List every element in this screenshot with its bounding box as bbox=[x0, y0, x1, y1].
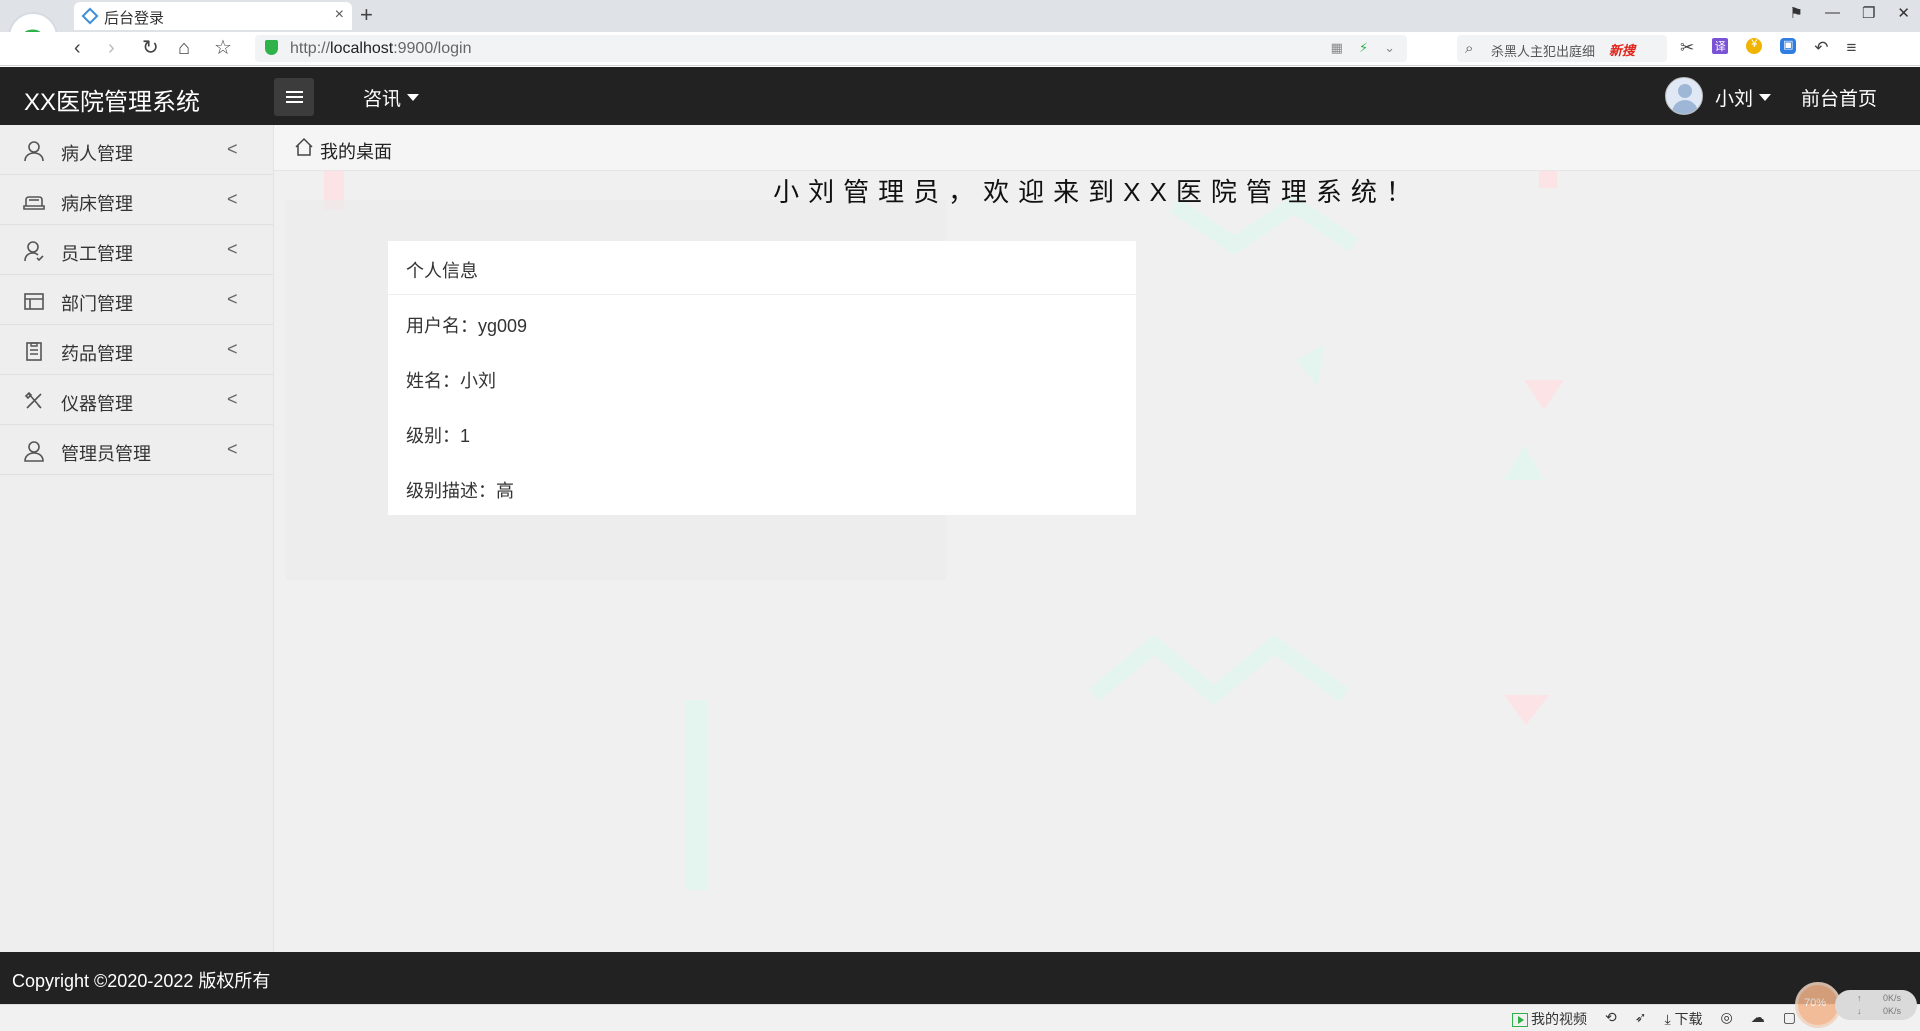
url-text[interactable]: http://localhost:9900/login bbox=[290, 40, 471, 58]
tab-close-icon[interactable]: × bbox=[335, 6, 344, 24]
sidebar-item-label: 病床管理 bbox=[61, 194, 133, 214]
my-video-link[interactable]: 我的视频 bbox=[1512, 1009, 1587, 1029]
app-footer: Copyright ©2020-2022 版权所有 bbox=[0, 952, 1920, 1004]
sidebar-item-label: 仪器管理 bbox=[61, 394, 133, 414]
incognito-icon[interactable]: ◎ bbox=[1721, 1009, 1733, 1029]
profile-card: 个人信息 用户名：yg009 姓名：小刘 级别：1 级别描述：高 bbox=[388, 241, 1136, 515]
profile-username: 用户名：yg009 bbox=[406, 316, 528, 336]
shirt-icon[interactable]: ⚑ bbox=[1790, 4, 1803, 22]
coin-icon[interactable]: ¥ bbox=[1746, 38, 1763, 54]
tools-icon bbox=[24, 391, 42, 409]
video-play-icon bbox=[1512, 1013, 1528, 1028]
chevron-left-icon: < bbox=[227, 139, 238, 159]
browser-navbar: ‹ › ↻ ⌂ ☆ http://localhost:9900/login ▦ … bbox=[0, 32, 1920, 66]
sidebar-item-departments[interactable]: 部门管理 < bbox=[0, 275, 273, 325]
sidebar-item-instruments[interactable]: 仪器管理 < bbox=[0, 375, 273, 425]
chevron-left-icon: < bbox=[227, 389, 238, 409]
sidebar-item-label: 员工管理 bbox=[61, 244, 133, 264]
department-icon bbox=[24, 293, 44, 310]
sidebar: 病人管理 < 病床管理 < 员工管理 < 部门管理 < 药品管理 < 仪器管理 … bbox=[0, 125, 274, 952]
restore-icon[interactable]: ❐ bbox=[1862, 4, 1875, 22]
bed-icon bbox=[23, 196, 45, 210]
chevron-left-icon: < bbox=[227, 439, 238, 459]
caret-down-icon bbox=[1759, 94, 1772, 102]
scissors-icon[interactable]: ✂ bbox=[1680, 38, 1694, 58]
chevron-left-icon: < bbox=[227, 289, 238, 309]
window-controls: ⚑ — ❐ ✕ bbox=[1790, 4, 1910, 22]
staff-icon bbox=[24, 241, 44, 262]
refresh-icon[interactable]: ⟲ bbox=[1605, 1009, 1617, 1029]
lightning-icon[interactable]: ⚡ bbox=[1359, 40, 1368, 56]
menu-toggle-button[interactable] bbox=[274, 78, 314, 116]
secure-shield-icon bbox=[265, 40, 278, 55]
speed-panel: ↑ ↓ 0K/s 0K/s bbox=[1835, 990, 1917, 1020]
tab-favicon-icon bbox=[81, 7, 99, 25]
browser-toolbar: ✂ 译 ¥ ▣ ↶ ≡ bbox=[1680, 38, 1856, 58]
download-link[interactable]: ⤓ 下载 bbox=[1664, 1009, 1702, 1029]
chevron-left-icon: < bbox=[227, 189, 238, 209]
brand-title[interactable]: XX医院管理系统 bbox=[24, 82, 200, 117]
undo-icon[interactable]: ↶ bbox=[1814, 38, 1828, 58]
speed-widget[interactable]: 70% ↑ ↓ 0K/s 0K/s bbox=[1795, 982, 1920, 1031]
user-icon bbox=[24, 141, 44, 162]
tab-title: 后台登录 bbox=[104, 10, 165, 27]
sidebar-item-medicines[interactable]: 药品管理 < bbox=[0, 325, 273, 375]
profile-card-title: 个人信息 bbox=[388, 241, 1136, 295]
breadcrumb: 我的桌面 bbox=[274, 125, 1920, 171]
profile-level-description: 级别描述：高 bbox=[406, 481, 514, 501]
home-icon[interactable]: ⌂ bbox=[178, 38, 190, 58]
breadcrumb-current[interactable]: 我的桌面 bbox=[320, 138, 392, 164]
browser-statusbar: 我的视频 ⟲ ➶ ⤓ 下载 ◎ ☁ ▢ bbox=[0, 1004, 1920, 1031]
hot-badge: 新搜 bbox=[1609, 43, 1636, 58]
sidebar-item-staff[interactable]: 员工管理 < bbox=[0, 225, 273, 275]
new-tab-icon[interactable]: + bbox=[360, 2, 373, 28]
reload-icon[interactable]: ↻ bbox=[142, 38, 159, 58]
sidebar-item-patients[interactable]: 病人管理 < bbox=[0, 125, 273, 175]
user-dropdown[interactable]: 小刘 bbox=[1715, 84, 1772, 111]
translate-icon[interactable]: 译 bbox=[1712, 38, 1729, 54]
window-icon[interactable]: ▢ bbox=[1783, 1009, 1796, 1029]
sidebar-item-label: 部门管理 bbox=[61, 294, 133, 314]
apps-icon[interactable]: ▣ bbox=[1780, 38, 1797, 54]
chevron-left-icon: < bbox=[227, 339, 238, 359]
menu-icon[interactable]: ≡ bbox=[1847, 38, 1857, 58]
address-bar[interactable]: http://localhost:9900/login ▦ ⚡ ⌄ bbox=[255, 35, 1407, 62]
bookmark-star-icon[interactable]: ☆ bbox=[214, 38, 232, 58]
front-home-link[interactable]: 前台首页 bbox=[1801, 84, 1877, 111]
profile-level: 级别：1 bbox=[406, 426, 471, 446]
dropdown-icon[interactable]: ⌄ bbox=[1384, 40, 1395, 56]
news-dropdown[interactable]: 咨讯 bbox=[363, 84, 420, 111]
chevron-left-icon: < bbox=[227, 239, 238, 259]
browser-tab[interactable]: 后台登录 × bbox=[74, 2, 352, 30]
admin-icon bbox=[24, 441, 44, 462]
welcome-message: 小刘管理员，欢迎来到XX医院管理系统！ bbox=[773, 177, 1421, 207]
clipboard-icon bbox=[26, 342, 42, 361]
search-suggestion[interactable]: 杀黑人主犯出庭细 bbox=[1491, 41, 1601, 60]
avatar[interactable] bbox=[1665, 77, 1703, 115]
search-box[interactable]: ⌕ 杀黑人主犯出庭细 新搜 bbox=[1457, 35, 1667, 62]
profile-name: 姓名：小刘 bbox=[406, 371, 496, 391]
sidebar-item-label: 病人管理 bbox=[61, 144, 133, 164]
close-window-icon[interactable]: ✕ bbox=[1897, 4, 1910, 22]
home-icon[interactable] bbox=[294, 137, 314, 157]
back-icon[interactable]: ‹ bbox=[74, 38, 81, 58]
sidebar-item-label: 药品管理 bbox=[61, 344, 133, 364]
forward-icon[interactable]: › bbox=[108, 38, 115, 58]
caret-down-icon bbox=[407, 94, 420, 102]
copyright-text: Copyright ©2020-2022 版权所有 bbox=[12, 971, 271, 991]
cloud-icon[interactable]: ☁ bbox=[1751, 1009, 1765, 1029]
browser-titlebar: e 后台登录 × + ⚑ — ❐ ✕ ‹ › ↻ ⌂ ☆ http://loca… bbox=[0, 0, 1920, 66]
sidebar-item-admins[interactable]: 管理员管理 < bbox=[0, 425, 273, 475]
search-icon: ⌕ bbox=[1465, 40, 1474, 57]
sidebar-item-beds[interactable]: 病床管理 < bbox=[0, 175, 273, 225]
app-header: XX医院管理系统 咨讯 小刘 前台首页 bbox=[0, 67, 1920, 125]
qr-code-icon[interactable]: ▦ bbox=[1331, 40, 1343, 56]
rocket-icon[interactable]: ➶ bbox=[1635, 1009, 1647, 1029]
address-tools: ▦ ⚡ ⌄ bbox=[1331, 40, 1395, 56]
minimize-icon[interactable]: — bbox=[1825, 4, 1840, 22]
sidebar-item-label: 管理员管理 bbox=[61, 444, 151, 464]
main-content: 我的桌面 小刘管理员，欢迎来到XX医院管理系统！ 个人信息 用户名：yg009 … bbox=[274, 125, 1920, 952]
